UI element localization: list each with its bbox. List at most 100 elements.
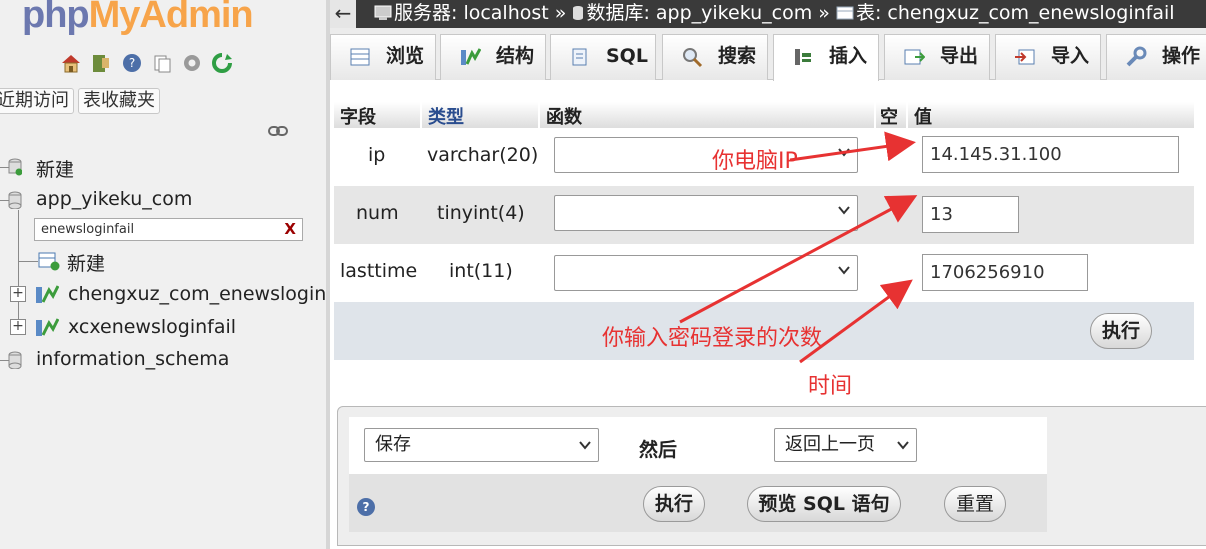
nav-table-new-link[interactable]: 新建 bbox=[67, 249, 105, 276]
link-icon[interactable] bbox=[268, 124, 288, 138]
browse-icon bbox=[350, 48, 370, 66]
tab-browse[interactable]: 浏览 bbox=[330, 34, 436, 80]
header-divider bbox=[538, 102, 540, 128]
header-divider bbox=[874, 102, 876, 128]
tab-export[interactable]: 导出 bbox=[884, 34, 990, 80]
reload-icon[interactable] bbox=[211, 52, 233, 74]
submit-options-fieldset: 保存 然后 返回上一页 ? 执行 预览 SQL 语句 重置 bbox=[337, 406, 1206, 546]
function-select[interactable] bbox=[554, 195, 858, 231]
header-type[interactable]: 类型 bbox=[428, 103, 464, 129]
database-icon[interactable] bbox=[8, 191, 22, 209]
export-icon bbox=[904, 49, 925, 65]
recent-tab[interactable]: 近期访问 bbox=[0, 88, 74, 114]
nav-new-link[interactable]: 新建 bbox=[36, 155, 74, 182]
help-docs-icon[interactable]: ? bbox=[121, 52, 143, 74]
breadcrumb-table[interactable]: 表: chengxuz_com_enewsloginfail bbox=[856, 2, 1175, 24]
table-new-icon[interactable] bbox=[38, 251, 60, 271]
phpmyadmin-logo[interactable]: phpMyAdmin bbox=[22, 0, 254, 37]
after-insert-select[interactable]: 返回上一页 bbox=[774, 428, 917, 462]
header-field: 字段 bbox=[340, 107, 376, 128]
search-icon bbox=[683, 48, 703, 68]
nav-resize-handle[interactable] bbox=[326, 0, 330, 549]
execute-button[interactable]: 执行 bbox=[643, 486, 705, 522]
tab-operations-label: 操作 bbox=[1162, 45, 1201, 67]
chevron-down-icon bbox=[897, 441, 909, 450]
table-structure-icon[interactable] bbox=[35, 284, 59, 306]
chevron-down-icon bbox=[838, 206, 850, 215]
field-type: varchar(20) bbox=[427, 144, 539, 166]
database-icon[interactable] bbox=[8, 351, 22, 369]
annotation-ip: 你电脑IP bbox=[712, 149, 798, 174]
settings-gear-icon[interactable] bbox=[181, 52, 203, 74]
execute-button[interactable]: 执行 bbox=[1090, 313, 1152, 349]
tab-import-label: 导入 bbox=[1051, 45, 1090, 67]
function-select[interactable] bbox=[554, 255, 858, 291]
reset-button[interactable]: 重置 bbox=[944, 486, 1006, 522]
value-input-num[interactable]: 13 bbox=[922, 196, 1019, 233]
breadcrumb-separator: » bbox=[554, 2, 567, 24]
header-divider bbox=[420, 102, 422, 128]
tree-connector bbox=[18, 261, 38, 262]
copy-icon[interactable] bbox=[151, 52, 173, 74]
database-item-app-yikeku-com[interactable]: app_yikeku_com bbox=[36, 188, 192, 210]
chevron-down-icon bbox=[838, 266, 850, 275]
table-filter-input[interactable]: enewsloginfail X bbox=[34, 218, 303, 241]
annotation-login-count: 你输入密码登录的次数 bbox=[602, 326, 823, 351]
insert-table-header: 字段 类型 函数 空 值 bbox=[334, 102, 1194, 128]
home-icon[interactable] bbox=[60, 52, 82, 74]
table-icon bbox=[836, 6, 854, 20]
chevron-down-icon bbox=[579, 441, 591, 450]
breadcrumb: 服务器: localhost » 数据库: app_yikeku_com » 表… bbox=[374, 0, 1175, 27]
field-type: tinyint(4) bbox=[437, 202, 525, 224]
database-item-information-schema[interactable]: information_schema bbox=[36, 348, 229, 370]
submit-buttons-row: ? 执行 预览 SQL 语句 重置 bbox=[349, 474, 1047, 532]
value-input-ip[interactable]: 14.145.31.100 bbox=[922, 136, 1179, 173]
function-select[interactable] bbox=[554, 137, 858, 173]
logo-text-myadmin: MyAdmin bbox=[88, 0, 254, 36]
expand-icon[interactable]: + bbox=[10, 319, 26, 335]
wrench-icon bbox=[1126, 46, 1147, 67]
favorites-tab[interactable]: 表收藏夹 bbox=[78, 88, 160, 114]
tab-search-label: 搜索 bbox=[718, 45, 757, 67]
annotation-time: 时间 bbox=[808, 374, 853, 399]
table-structure-icon[interactable] bbox=[35, 317, 59, 339]
tab-import[interactable]: 导入 bbox=[995, 34, 1101, 80]
tab-operations[interactable]: 操作 bbox=[1106, 34, 1206, 80]
breadcrumb-database[interactable]: 数据库: app_yikeku_com bbox=[586, 2, 812, 24]
breadcrumb-server[interactable]: 服务器: localhost bbox=[394, 2, 549, 24]
tab-export-label: 导出 bbox=[940, 45, 979, 67]
help-icon[interactable]: ? bbox=[357, 498, 375, 516]
action-select[interactable]: 保存 bbox=[364, 428, 599, 462]
field-name: num bbox=[356, 202, 399, 224]
database-new-icon[interactable] bbox=[8, 158, 22, 176]
logout-icon[interactable] bbox=[90, 52, 112, 74]
submit-options-row: 保存 然后 返回上一页 bbox=[349, 417, 1047, 474]
tab-browse-label: 浏览 bbox=[386, 45, 425, 67]
navigation-panel: phpMyAdmin ? 近期访问 表收藏夹 新建 app_yikeku_com… bbox=[0, 0, 326, 549]
after-insert-select-value: 返回上一页 bbox=[785, 434, 875, 455]
tab-insert[interactable]: 插入 bbox=[773, 34, 879, 81]
field-name: ip bbox=[368, 144, 386, 166]
breadcrumb-bar: ← 服务器: localhost » 数据库: app_yikeku_com »… bbox=[330, 0, 1206, 28]
sql-icon bbox=[572, 48, 587, 66]
header-null: 空 bbox=[880, 107, 898, 128]
database-icon bbox=[573, 6, 584, 20]
table-filter-value: enewsloginfail bbox=[41, 222, 135, 237]
value-input-lasttime[interactable]: 1706256910 bbox=[922, 254, 1088, 291]
then-label: 然后 bbox=[639, 439, 678, 461]
tab-insert-label: 插入 bbox=[829, 45, 868, 67]
tree-connector bbox=[18, 210, 19, 330]
collapse-nav-button[interactable]: ← bbox=[330, 0, 356, 28]
preview-sql-button[interactable]: 预览 SQL 语句 bbox=[747, 486, 901, 522]
expand-icon[interactable]: + bbox=[10, 286, 26, 302]
tab-sql[interactable]: SQL bbox=[550, 34, 656, 80]
field-type: int(11) bbox=[449, 260, 513, 282]
table-item-xcxenewsloginfail[interactable]: xcxenewsloginfail bbox=[68, 316, 236, 338]
action-select-value: 保存 bbox=[375, 434, 411, 455]
table-item-chengxuz-com-enewsloginfail[interactable]: chengxuz_com_enewsloginfail bbox=[68, 283, 326, 305]
tab-structure[interactable]: 结构 bbox=[440, 34, 546, 80]
tab-search[interactable]: 搜索 bbox=[662, 34, 768, 80]
tab-sql-label: SQL bbox=[606, 45, 648, 67]
clear-filter-icon[interactable]: X bbox=[284, 219, 296, 240]
structure-icon bbox=[461, 48, 481, 65]
